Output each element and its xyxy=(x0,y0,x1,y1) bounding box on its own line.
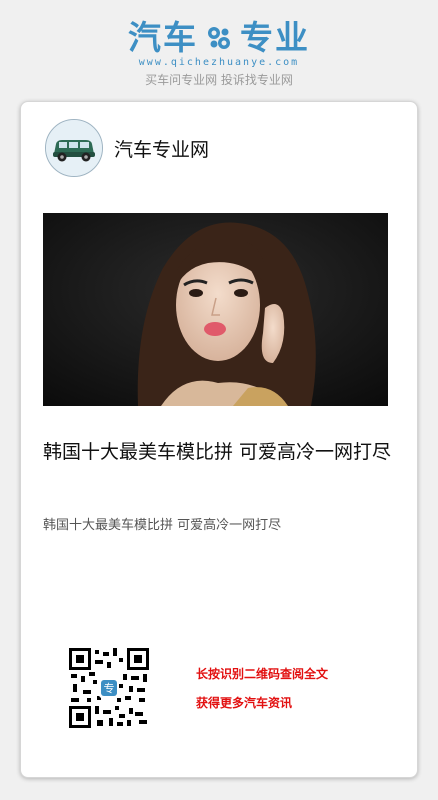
article-card: 汽车专业网 韩国十大最美车模比拼 可爱高冷一网打尽 韩国十大最美车模比拼 可爱高… xyxy=(20,101,418,778)
logo-text-right: 专业 xyxy=(240,18,310,57)
logo-text-left: 汽车 xyxy=(128,18,198,57)
gears-icon xyxy=(208,27,230,49)
car-icon xyxy=(46,120,102,176)
article-description: 韩国十大最美车模比拼 可爱高冷一网打尽 xyxy=(43,518,282,533)
site-header: 汽车 专业 www.qichezhuanye.com 买车问专业网 投诉找专业网 xyxy=(0,0,438,100)
site-slogan: 买车问专业网 投诉找专业网 xyxy=(145,73,293,87)
profile-name[interactable]: 汽车专业网 xyxy=(114,135,209,162)
qr-hint-line2: 获得更多汽车资讯 xyxy=(196,696,293,710)
avatar[interactable] xyxy=(45,119,103,177)
qr-code[interactable]: 专 xyxy=(69,648,149,728)
site-domain: www.qichezhuanye.com xyxy=(138,57,300,68)
article-title[interactable]: 韩国十大最美车模比拼 可爱高冷一网打尽 xyxy=(43,438,393,467)
article-image[interactable] xyxy=(43,213,388,406)
site-logo[interactable]: 汽车 专业 xyxy=(0,18,438,58)
qr-hint-line1: 长按识别二维码查阅全文 xyxy=(196,667,329,681)
svg-text:专: 专 xyxy=(104,681,115,695)
